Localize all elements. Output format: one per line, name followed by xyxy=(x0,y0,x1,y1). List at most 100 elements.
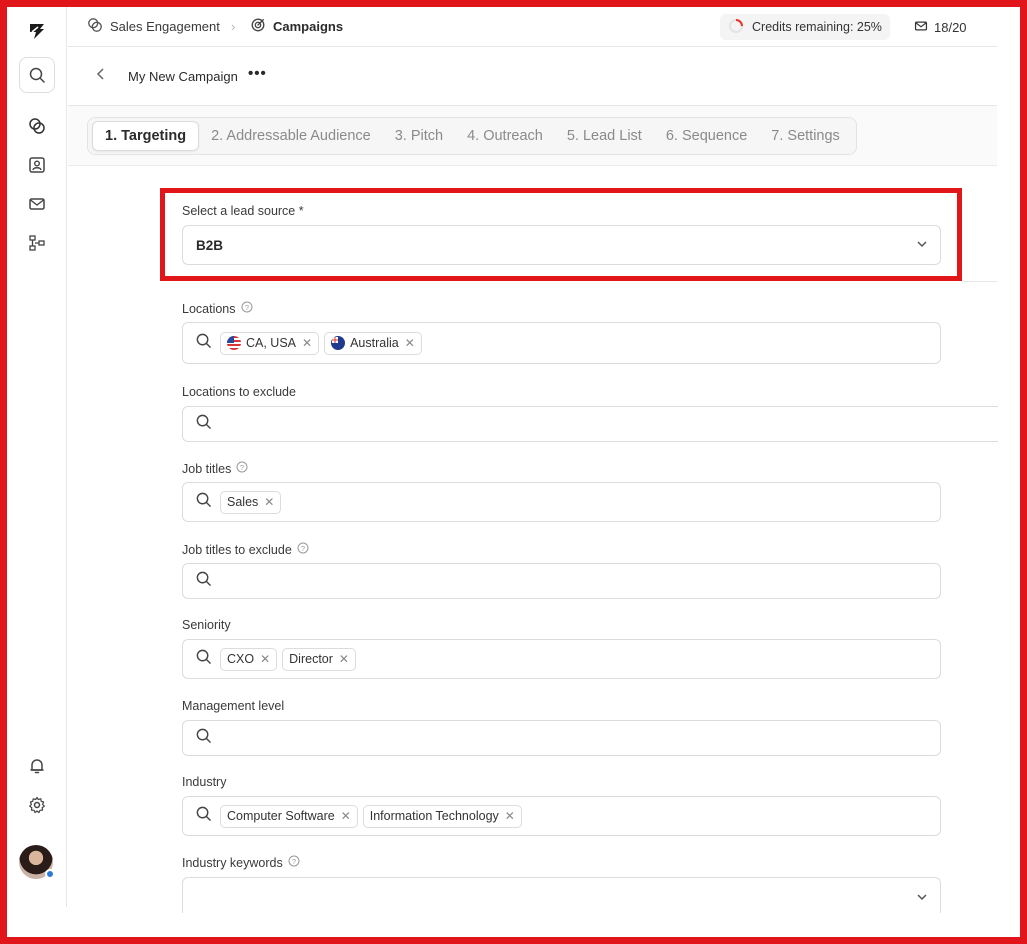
locations-label: Locations ? xyxy=(182,301,253,316)
credits-remaining-badge[interactable]: Credits remaining: 25% xyxy=(720,14,890,40)
seniority-chip-cxo[interactable]: CXO ✕ xyxy=(220,647,278,671)
remove-chip-icon[interactable]: ✕ xyxy=(339,652,349,666)
search-icon xyxy=(195,413,212,435)
chip-label: CA, USA xyxy=(246,336,297,350)
tab-outreach[interactable]: 4. Outreach xyxy=(455,121,555,151)
help-icon[interactable]: ? xyxy=(297,542,309,557)
seniority-input[interactable]: CXO ✕ Director ✕ xyxy=(182,639,941,679)
industry-keywords-label: Industry keywords ? xyxy=(182,855,300,870)
chevron-down-icon xyxy=(916,238,928,253)
svg-text:?: ? xyxy=(244,303,248,312)
breadcrumb-label: Sales Engagement xyxy=(110,19,220,34)
label-text: Select a lead source * xyxy=(182,204,304,218)
location-chip-ca-usa[interactable]: CA, USA ✕ xyxy=(220,331,320,355)
step-tabs-bar: 1. Targeting 2. Addressable Audience 3. … xyxy=(68,106,997,166)
search-icon xyxy=(195,491,212,513)
job-titles-label: Job titles ? xyxy=(182,461,248,476)
svg-text:?: ? xyxy=(301,544,305,553)
help-icon[interactable]: ? xyxy=(288,855,300,870)
app-logo-icon[interactable] xyxy=(19,13,55,49)
tab-sequence[interactable]: 6. Sequence xyxy=(654,121,759,151)
breadcrumb-sales-engagement[interactable]: Sales Engagement xyxy=(87,17,220,36)
chip-label: Computer Software xyxy=(227,809,335,823)
us-flag-icon xyxy=(227,336,241,350)
label-text: Management level xyxy=(182,699,285,713)
settings-gear-icon[interactable] xyxy=(19,787,55,823)
credits-progress-ring-icon xyxy=(728,18,744,37)
help-icon[interactable]: ? xyxy=(236,461,248,476)
org-chart-icon[interactable] xyxy=(19,225,55,261)
industry-label: Industry xyxy=(182,775,226,789)
locations-exclude-label: Locations to exclude xyxy=(182,385,296,399)
industry-chip-computer-software[interactable]: Computer Software ✕ xyxy=(220,804,358,828)
industry-keywords-select[interactable] xyxy=(182,877,941,913)
chip-label: CXO xyxy=(227,652,255,666)
mail-count: 18/20 xyxy=(934,20,967,35)
seniority-label: Seniority xyxy=(182,618,231,632)
chip-label: Information Technology xyxy=(369,809,499,823)
tab-lead-list[interactable]: 5. Lead List xyxy=(555,121,654,151)
sales-engagement-icon xyxy=(87,17,103,36)
industry-input[interactable]: Computer Software ✕ Information Technolo… xyxy=(182,796,941,836)
targeting-form: Select a lead source * B2B Locations ? C… xyxy=(68,167,998,913)
lead-source-select[interactable]: B2B xyxy=(182,225,941,265)
breadcrumb-label: Campaigns xyxy=(273,19,344,34)
mail-icon xyxy=(914,19,928,36)
seniority-chip-director[interactable]: Director ✕ xyxy=(282,647,356,671)
label-text: Seniority xyxy=(182,618,231,632)
remove-chip-icon[interactable]: ✕ xyxy=(264,495,274,509)
locations-exclude-input[interactable] xyxy=(182,406,998,442)
divider xyxy=(964,281,997,282)
job-titles-exclude-input[interactable] xyxy=(182,563,941,599)
tab-addressable-audience[interactable]: 2. Addressable Audience xyxy=(199,121,383,151)
search-icon xyxy=(195,648,212,670)
sidebar xyxy=(7,7,67,907)
mail-icon[interactable] xyxy=(19,186,55,222)
job-title-chip-sales[interactable]: Sales ✕ xyxy=(220,490,282,514)
tab-pitch[interactable]: 3. Pitch xyxy=(383,121,455,151)
remove-chip-icon[interactable]: ✕ xyxy=(505,809,515,823)
search-icon xyxy=(195,805,212,827)
sales-engagement-icon[interactable] xyxy=(19,108,55,144)
tab-targeting[interactable]: 1. Targeting xyxy=(92,121,200,151)
campaign-header: My New Campaign ••• xyxy=(68,47,997,106)
more-options-button[interactable]: ••• xyxy=(248,65,267,82)
label-text: Industry keywords xyxy=(182,855,283,870)
search-icon xyxy=(195,332,212,354)
remove-chip-icon[interactable]: ✕ xyxy=(341,809,351,823)
location-chip-australia[interactable]: Australia ✕ xyxy=(324,331,422,355)
contacts-icon[interactable] xyxy=(19,147,55,183)
mail-quota[interactable]: 18/20 xyxy=(914,19,967,36)
locations-input[interactable]: CA, USA ✕ Australia ✕ xyxy=(182,322,941,364)
management-level-input[interactable] xyxy=(182,720,941,756)
tab-settings[interactable]: 7. Settings xyxy=(759,121,852,151)
label-text: Industry xyxy=(182,775,227,789)
help-icon[interactable]: ? xyxy=(241,301,253,316)
svg-text:?: ? xyxy=(292,857,296,866)
remove-chip-icon[interactable]: ✕ xyxy=(302,336,312,350)
australia-flag-icon xyxy=(331,336,346,350)
lead-source-label: Select a lead source * xyxy=(182,204,304,218)
label-text: Locations xyxy=(182,301,236,316)
label-text: Locations to exclude xyxy=(182,385,296,399)
chip-label: Australia xyxy=(350,336,399,350)
chip-label: Sales xyxy=(227,495,259,509)
notifications-bell-icon[interactable] xyxy=(19,748,55,784)
label-text: Job titles xyxy=(182,461,232,476)
search-icon[interactable] xyxy=(19,57,55,93)
job-titles-input[interactable]: Sales ✕ xyxy=(182,482,941,522)
search-icon xyxy=(195,570,212,592)
lead-source-value: B2B xyxy=(196,237,224,253)
remove-chip-icon[interactable]: ✕ xyxy=(405,336,415,350)
svg-text:?: ? xyxy=(240,463,244,472)
remove-chip-icon[interactable]: ✕ xyxy=(260,652,270,666)
user-avatar[interactable] xyxy=(19,845,55,879)
campaign-title[interactable]: My New Campaign xyxy=(128,69,238,84)
credits-label: Credits remaining: 25% xyxy=(752,20,882,34)
chip-label: Director xyxy=(289,652,333,666)
back-chevron-icon[interactable] xyxy=(95,67,107,86)
chevron-down-icon xyxy=(916,890,928,908)
industry-chip-information-technology[interactable]: Information Technology ✕ xyxy=(362,804,522,828)
search-icon xyxy=(195,727,212,749)
breadcrumb-campaigns[interactable]: Campaigns xyxy=(250,17,343,36)
